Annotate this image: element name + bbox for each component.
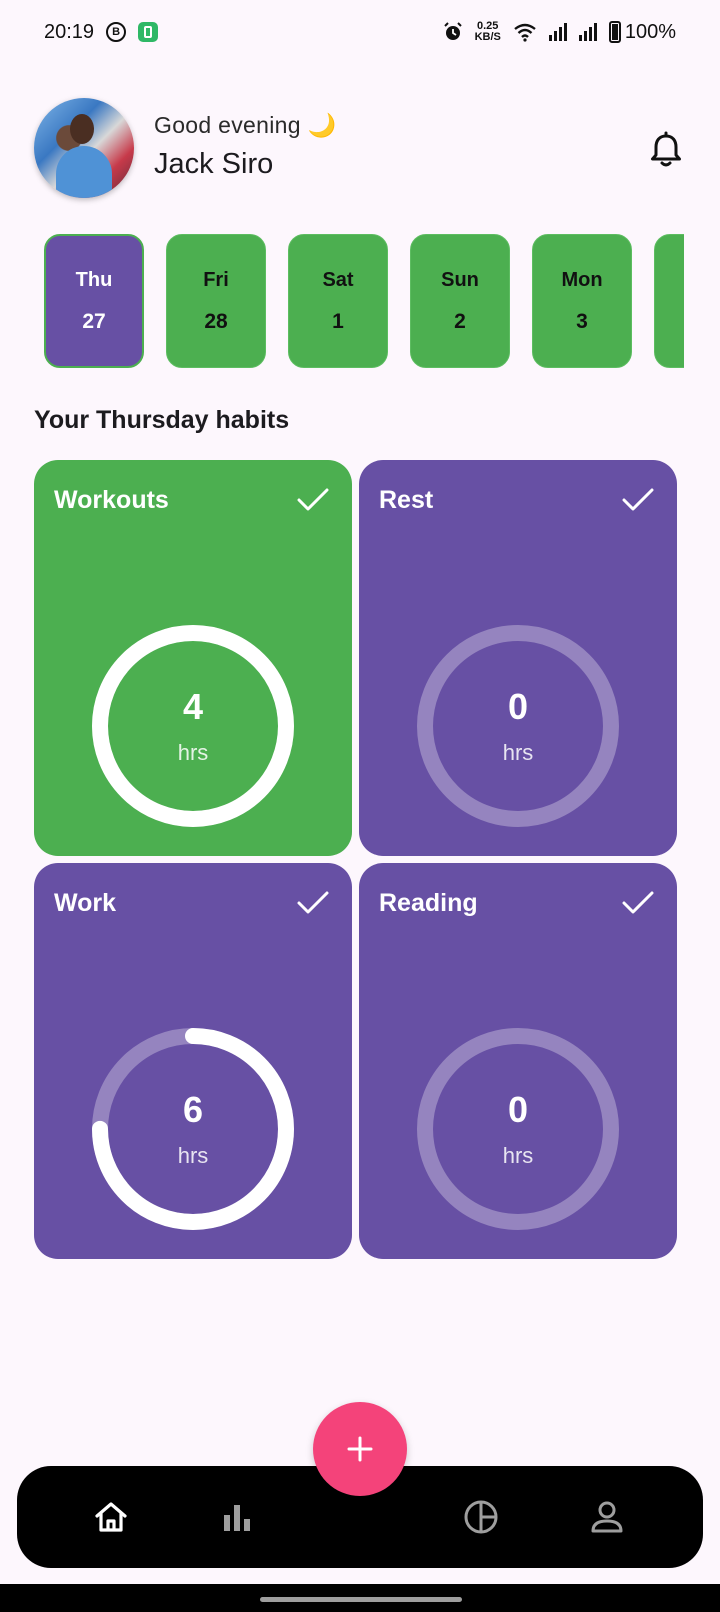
bell-icon[interactable]: [646, 130, 686, 170]
habit-hours-unit: hrs: [177, 1143, 209, 1168]
greeting-text: Good evening 🌙: [154, 112, 337, 138]
habit-hours-unit: hrs: [177, 740, 209, 765]
date-day-name: Sun: [441, 268, 479, 291]
date-row: Thu 27 Fri 28 Sat 1 Sun 2 Mon 3: [36, 232, 684, 368]
habit-card[interactable]: Rest 0 hrs: [359, 460, 677, 856]
date-day-number: 2: [454, 309, 466, 333]
date-day-number: 28: [204, 309, 228, 333]
battery-saver-icon: [138, 22, 159, 42]
habit-hours-unit: hrs: [502, 1143, 534, 1168]
date-card[interactable]: Sun 2: [410, 234, 510, 368]
header: Good evening 🌙 Jack Siro: [32, 96, 688, 200]
date-day-name: Fri: [203, 268, 229, 291]
section-title: Your Thursday habits: [34, 406, 290, 434]
habit-card[interactable]: Work 6 hrs: [34, 863, 352, 1259]
habit-hours-value: 6: [182, 1089, 204, 1130]
avatar[interactable]: [34, 98, 134, 198]
habit-hours-value: 4: [182, 686, 204, 727]
status-time: 20:19: [44, 20, 95, 43]
plus-icon: [347, 1436, 373, 1462]
date-day-name: Thu: [75, 268, 113, 291]
pie-chart-icon[interactable]: [461, 1497, 501, 1537]
date-card[interactable]: Fri 28: [166, 234, 266, 368]
bar-chart-icon[interactable]: [217, 1497, 257, 1537]
status-bar: 20:19 B 0.25 KB/S 100%: [0, 0, 720, 64]
home-icon[interactable]: [91, 1497, 131, 1537]
network-speed-unit: KB/S: [474, 31, 501, 43]
status-left: 20:19 B: [44, 20, 159, 44]
date-day-number: 27: [82, 309, 106, 333]
b-app-icon: B: [106, 22, 127, 42]
habit-name: Rest: [379, 486, 434, 514]
wifi-icon: [514, 23, 536, 42]
habit-name: Reading: [379, 889, 478, 917]
date-day-name: Mon: [561, 268, 603, 291]
date-card[interactable]: Sat 1: [288, 234, 388, 368]
check-icon[interactable]: [296, 889, 330, 917]
habit-hours-value: 0: [507, 1089, 529, 1130]
gesture-handle[interactable]: [260, 1597, 462, 1602]
habit-name: Work: [54, 889, 117, 917]
signal-1-icon: [548, 23, 567, 41]
habit-hours-value: 0: [507, 686, 529, 727]
person-icon[interactable]: [587, 1497, 627, 1537]
battery-percent: 100%: [624, 20, 676, 43]
date-card[interactable]: [654, 234, 684, 368]
status-right: 0.25 KB/S 100%: [443, 21, 676, 44]
signal-2-icon: [578, 23, 597, 41]
date-day-number: 3: [576, 309, 588, 333]
check-icon[interactable]: [621, 889, 655, 917]
date-day-name: Sat: [322, 268, 354, 291]
habit-hours-unit: hrs: [502, 740, 534, 765]
habit-card[interactable]: Workouts 4 hrs: [34, 460, 352, 856]
add-habit-button[interactable]: [313, 1402, 407, 1496]
date-card[interactable]: Thu 27: [44, 234, 144, 368]
check-icon[interactable]: [296, 486, 330, 514]
alarm-icon: [443, 22, 462, 40]
date-strip[interactable]: Thu 27 Fri 28 Sat 1 Sun 2 Mon 3: [36, 232, 684, 372]
battery-icon: [608, 21, 621, 43]
network-speed: 0.25 KB/S: [475, 21, 501, 43]
date-card[interactable]: Mon 3: [532, 234, 632, 368]
date-day-number: 1: [332, 309, 344, 333]
check-icon[interactable]: [621, 486, 655, 514]
habit-card[interactable]: Reading 0 hrs: [359, 863, 677, 1259]
user-name: Jack Siro: [154, 148, 274, 180]
habit-name: Workouts: [54, 486, 169, 514]
